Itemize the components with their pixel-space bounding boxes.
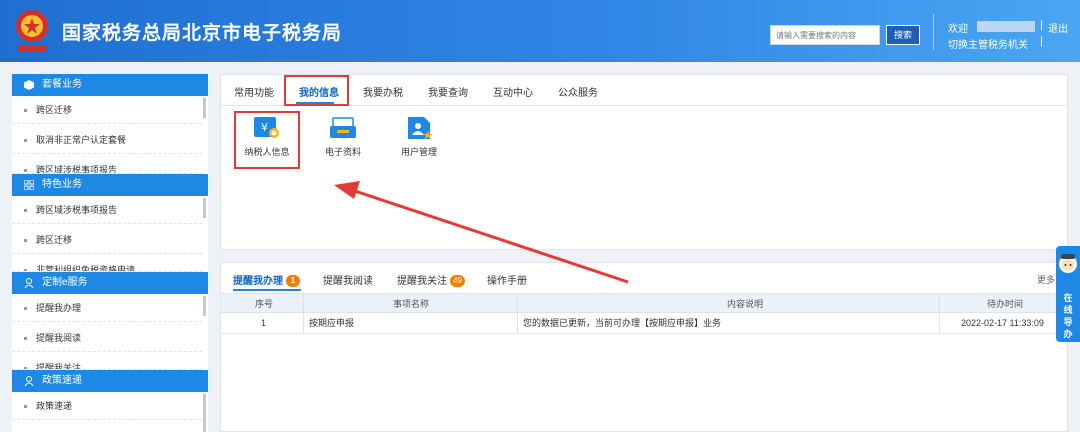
sidebar-section-title: 套餐业务 [42, 79, 82, 90]
more-link[interactable]: 更多 [1037, 273, 1055, 286]
tab-remind-read[interactable]: 提醒我阅读 [323, 272, 373, 287]
grid-icon [24, 180, 34, 190]
online-guide-label: 在线导办 [1063, 293, 1073, 339]
sidebar-item[interactable]: 政策速递 [12, 392, 202, 420]
sidebar-section-policy[interactable]: 政策速递 [12, 370, 208, 392]
table-row[interactable]: 1 按期应申报 您的数据已更新，当前可办理【按期应申报】业务 2022-02-1… [221, 313, 1067, 334]
separator: | [1040, 19, 1043, 31]
sidebar-section-featured[interactable]: 特色业务 [12, 174, 208, 196]
scrollbar[interactable] [203, 98, 206, 118]
scrollbar[interactable] [203, 198, 206, 218]
scrollbar[interactable] [203, 394, 206, 432]
tab-tax-handling[interactable]: 我要办税 [363, 84, 403, 99]
username-redacted [977, 21, 1035, 32]
sidebar-item[interactable]: 跨区迁移 [12, 96, 202, 124]
header-divider [933, 14, 934, 50]
column-header: 事项名称 [393, 299, 430, 309]
top-header: 国家税务总局北京市电子税务局 搜索 欢迎 | 退出 切换主管税务机关 | [0, 0, 1080, 62]
active-tab-indicator [233, 289, 301, 291]
switch-org-link[interactable]: 切换主管税务机关 [948, 36, 1028, 51]
table-header: 序号 事项名称 内容说明 待办时间 [221, 293, 1067, 313]
package-icon [24, 80, 34, 90]
column-header: 内容说明 [727, 299, 764, 309]
function-electronic-docs[interactable]: 电子资料 [311, 115, 375, 158]
sidebar-item[interactable]: 跨区迁移 [12, 226, 202, 254]
function-user-management[interactable]: 用户管理 [387, 115, 451, 158]
logout-link[interactable]: 退出 [1048, 20, 1068, 35]
online-guide-button[interactable]: 在线导办 [1056, 246, 1080, 342]
sidebar-item[interactable]: 提醒我关注 [12, 354, 202, 370]
cell-name[interactable]: 按期应申报 [309, 313, 354, 333]
count-badge: 49 [450, 275, 465, 287]
sidebar-section-title: 定制e服务 [42, 277, 88, 288]
site-title[interactable]: 国家税务总局北京市电子税务局 [62, 18, 342, 45]
sidebar-item[interactable]: 跨区域涉税事项报告 [12, 196, 202, 224]
reminders-panel: 提醒我办理 1 提醒我阅读 提醒我关注 49 操作手册 更多 序号 事项名称 内容说… [220, 262, 1068, 432]
scrollbar[interactable] [203, 296, 206, 316]
cell-time: 2022-02-17 11:33:09 [961, 318, 1044, 328]
sidebar-section-custom[interactable]: 定制e服务 [12, 272, 208, 294]
column-header: 序号 [255, 299, 274, 309]
electronic-docs-icon [330, 117, 356, 138]
column-header: 待办时间 [987, 299, 1024, 309]
tab-manual[interactable]: 操作手册 [487, 272, 527, 287]
user-management-icon [408, 117, 433, 139]
sidebar-section-title: 特色业务 [42, 179, 82, 190]
tab-label: 操作手册 [487, 276, 527, 287]
tab-common[interactable]: 常用功能 [234, 84, 274, 99]
sidebar-item[interactable]: 取消非正常户认定套餐 [12, 126, 202, 154]
assistant-avatar-icon [1059, 254, 1077, 273]
sidebar-item[interactable]: 提醒我阅读 [12, 324, 202, 352]
tab-remind-handle[interactable]: 提醒我办理 1 [233, 272, 300, 287]
my-info-panel: 常用功能 我的信息 我要办税 我要查询 互动中心 公众服务 ¥ 纳税人信息 电子… [220, 74, 1068, 250]
search-input[interactable] [770, 25, 880, 45]
separator: | [1040, 35, 1043, 47]
tax-emblem-icon [12, 8, 52, 54]
function-label: 电子资料 [324, 147, 361, 157]
tab-query[interactable]: 我要查询 [428, 84, 468, 99]
sidebar-section-title: 政策速递 [42, 375, 82, 386]
sidebar-item[interactable]: 提醒我办理 [12, 294, 202, 322]
tab-public-service[interactable]: 公众服务 [558, 84, 598, 99]
highlight-box-tab [284, 75, 349, 106]
function-label: 用户管理 [400, 147, 437, 157]
highlight-box-function [234, 111, 300, 169]
sidebar-item[interactable]: 跨区域涉税事项报告 [12, 156, 202, 174]
cell-no: 1 [261, 318, 267, 328]
tab-interaction[interactable]: 互动中心 [493, 84, 533, 99]
search-button[interactable]: 搜索 [886, 25, 920, 45]
tab-label: 提醒我办理 [233, 276, 283, 287]
user-icon [24, 278, 34, 288]
cell-desc: 您的数据已更新，当前可办理【按期应申报】业务 [523, 318, 722, 328]
welcome-text: 欢迎 [948, 24, 968, 35]
tab-label: 提醒我阅读 [323, 276, 373, 287]
sidebar: 套餐业务 跨区迁移 取消非正常户认定套餐 跨区域涉税事项报告 特色业务 跨区域涉… [12, 74, 208, 432]
sidebar-item[interactable]: 非营利组织免税资格申请 [12, 256, 202, 272]
tab-label: 提醒我关注 [397, 276, 447, 287]
sidebar-section-package[interactable]: 套餐业务 [12, 74, 208, 96]
count-badge: 1 [286, 275, 300, 287]
user-icon [24, 376, 34, 386]
tab-remind-follow[interactable]: 提醒我关注 49 [397, 272, 465, 287]
